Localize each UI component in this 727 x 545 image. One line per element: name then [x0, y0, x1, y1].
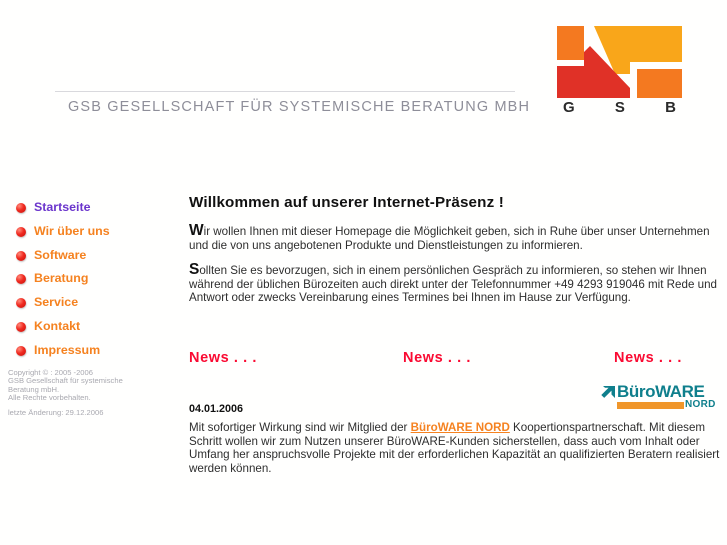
red-sphere-bullet-icon: [16, 298, 26, 309]
intro-paragraph-1-text: ir wollen Ihnen mit dieser Homepage die …: [189, 225, 710, 252]
red-sphere-bullet-icon: [16, 250, 26, 261]
drop-cap: W: [189, 222, 204, 239]
sidebar-item-service[interactable]: Service: [0, 291, 180, 315]
main-content: Willkommen auf unserer Internet-Präsenz …: [189, 193, 723, 305]
page-title: Willkommen auf unserer Internet-Präsenz …: [189, 194, 504, 211]
sidebar-item-kontakt[interactable]: Kontakt: [0, 315, 180, 339]
news-heading-left: News . . .: [189, 350, 258, 366]
news-entry-date: 04.01.2006: [189, 403, 244, 415]
red-sphere-bullet-icon: [16, 345, 26, 356]
gsb-letter-g: G: [563, 99, 575, 116]
copyright-line-4: Alle Rechte vorbehalten.: [8, 393, 91, 403]
company-name: GSB GESELLSCHAFT FÜR SYSTEMISCHE BERATUN…: [68, 99, 531, 115]
news-text-before-link: Mit sofortiger Wirkung sind wir Mitglied…: [189, 421, 411, 434]
copyright-block: Copyright © : 2005 -2006 GSB Gesellschaf…: [8, 368, 178, 417]
sidebar-item-label: Startseite: [34, 200, 91, 214]
sidebar-item-impressum[interactable]: Impressum: [0, 339, 180, 363]
news-heading-center: News . . .: [403, 350, 472, 366]
gsb-logo-letters: G S B: [557, 98, 682, 123]
sidebar-item-startseite[interactable]: Startseite: [0, 196, 180, 220]
news-headings-row: News . . . News . . . News . . .: [189, 350, 723, 372]
news-entry: 04.01.2006 Mit sofortiger Wirkung sind w…: [189, 403, 727, 475]
red-sphere-bullet-icon: [16, 321, 26, 332]
gsb-letter-b: B: [665, 99, 676, 116]
red-sphere-bullet-icon: [16, 203, 26, 213]
sidebar-item-label: Beratung: [34, 271, 89, 286]
last-modified-line: letzte Änderung: 29.12.2006: [8, 407, 104, 417]
intro-paragraph-1: Wir wollen Ihnen mit dieser Homepage die…: [189, 222, 723, 252]
header-divider: [55, 91, 515, 92]
red-sphere-bullet-icon: [16, 226, 26, 237]
sidebar-item-label: Software: [34, 247, 87, 262]
red-sphere-bullet-icon: [16, 274, 26, 285]
intro-paragraph-2-text: ollten Sie es bevorzugen, sich in einem …: [189, 264, 717, 305]
intro-paragraph-2: Sollten Sie es bevorzugen, sich in einem…: [189, 261, 723, 305]
gsb-logo: G S B: [557, 26, 682, 123]
sidebar-item-label: Kontakt: [34, 318, 81, 333]
bueroware-word-part1: Büro: [617, 382, 656, 401]
sidebar-item-software[interactable]: Software: [0, 244, 180, 268]
sidebar-item-beratung[interactable]: Beratung: [0, 267, 180, 291]
gsb-logo-mark: [557, 26, 682, 98]
sidebar-navigation: Startseite Wir über uns Software Beratun…: [0, 196, 180, 363]
page-header: GSB GESELLSCHAFT FÜR SYSTEMISCHE BERATUN…: [0, 0, 727, 140]
news-entry-body: Mit sofortiger Wirkung sind wir Mitglied…: [189, 421, 727, 475]
sidebar-item-label: Service: [34, 295, 79, 310]
news-heading-right: News . . .: [614, 350, 683, 366]
sidebar-item-label: Wir über uns: [34, 223, 110, 238]
sidebar-item-label: Impressum: [34, 342, 101, 357]
drop-cap: S: [189, 261, 200, 279]
bueroware-nord-link[interactable]: BüroWARE NORD: [411, 421, 510, 434]
gsb-letter-s: S: [614, 99, 625, 116]
arrow-up-right-icon: [601, 386, 615, 398]
sidebar-item-wir-ueber-uns[interactable]: Wir über uns: [0, 220, 180, 244]
